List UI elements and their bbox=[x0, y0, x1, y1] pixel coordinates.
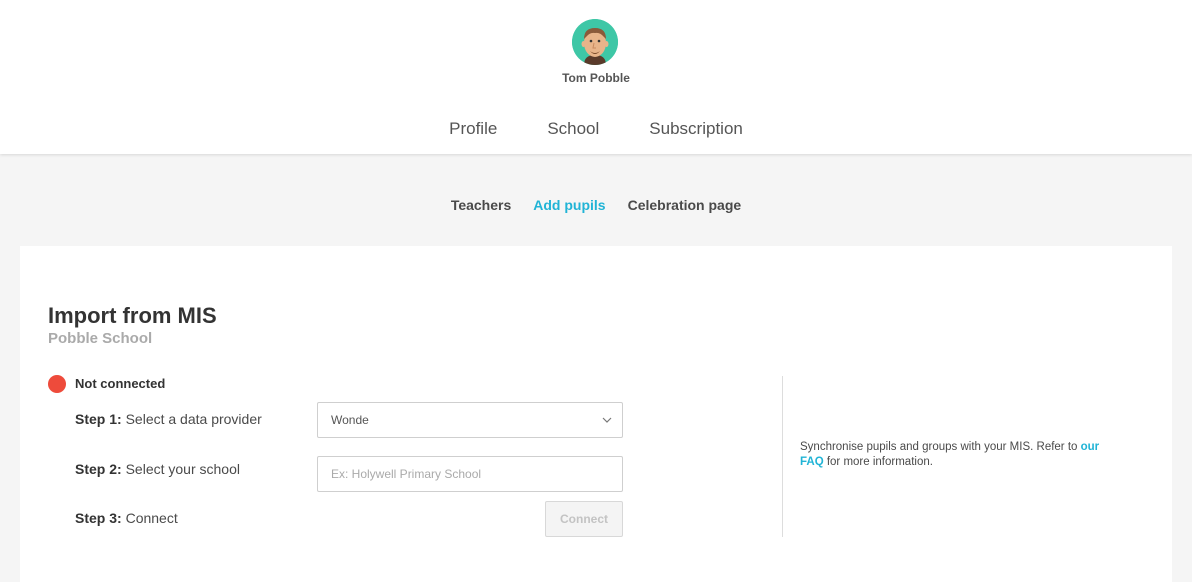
avatar-face-icon bbox=[572, 19, 618, 65]
info-text-end: for more information. bbox=[826, 456, 933, 468]
chevron-down-icon bbox=[602, 417, 612, 423]
faq-link-part-2[interactable]: FAQ bbox=[800, 456, 824, 468]
step-3-text: Connect bbox=[125, 510, 178, 526]
main-nav: Profile School Subscription bbox=[0, 119, 1192, 139]
avatar[interactable] bbox=[572, 19, 618, 65]
sub-nav: Teachers Add pupils Celebration page bbox=[0, 197, 1192, 213]
connect-button[interactable]: Connect bbox=[545, 501, 623, 537]
page-title: Import from MIS bbox=[48, 303, 217, 328]
step-2-text: Select your school bbox=[125, 461, 240, 477]
vertical-divider bbox=[782, 376, 783, 537]
info-text-start: Synchronise pupils and groups with your … bbox=[800, 441, 1078, 453]
sub-tab-teachers[interactable]: Teachers bbox=[440, 197, 522, 213]
top-header: Tom Pobble Profile School Subscription bbox=[0, 0, 1192, 154]
step-2-label: Step 2: Select your school bbox=[75, 461, 240, 477]
school-search-input[interactable] bbox=[317, 456, 623, 492]
step-1-number: Step 1: bbox=[75, 411, 122, 427]
import-card: Import from MIS Pobble School Not connec… bbox=[20, 246, 1172, 582]
sub-tab-add-pupils[interactable]: Add pupils bbox=[522, 197, 616, 213]
sub-tab-celebration-page[interactable]: Celebration page bbox=[617, 197, 753, 213]
data-provider-select[interactable]: Wonde bbox=[317, 402, 623, 438]
tab-subscription[interactable]: Subscription bbox=[624, 119, 768, 139]
step-3-label: Step 3: Connect bbox=[75, 510, 178, 526]
user-name: Tom Pobble bbox=[562, 71, 630, 85]
status-indicator-icon bbox=[48, 375, 66, 393]
school-name: Pobble School bbox=[48, 330, 153, 347]
step-3-number: Step 3: bbox=[75, 510, 122, 526]
tab-school[interactable]: School bbox=[522, 119, 624, 139]
info-text: Synchronise pupils and groups with your … bbox=[800, 440, 1140, 470]
data-provider-value: Wonde bbox=[331, 413, 369, 427]
tab-profile[interactable]: Profile bbox=[424, 119, 522, 139]
step-1-label: Step 1: Select a data provider bbox=[75, 411, 262, 427]
step-1-text: Select a data provider bbox=[125, 411, 262, 427]
faq-link-part-1[interactable]: our bbox=[1081, 441, 1100, 453]
step-2-number: Step 2: bbox=[75, 461, 122, 477]
connection-status: Not connected bbox=[75, 376, 166, 391]
